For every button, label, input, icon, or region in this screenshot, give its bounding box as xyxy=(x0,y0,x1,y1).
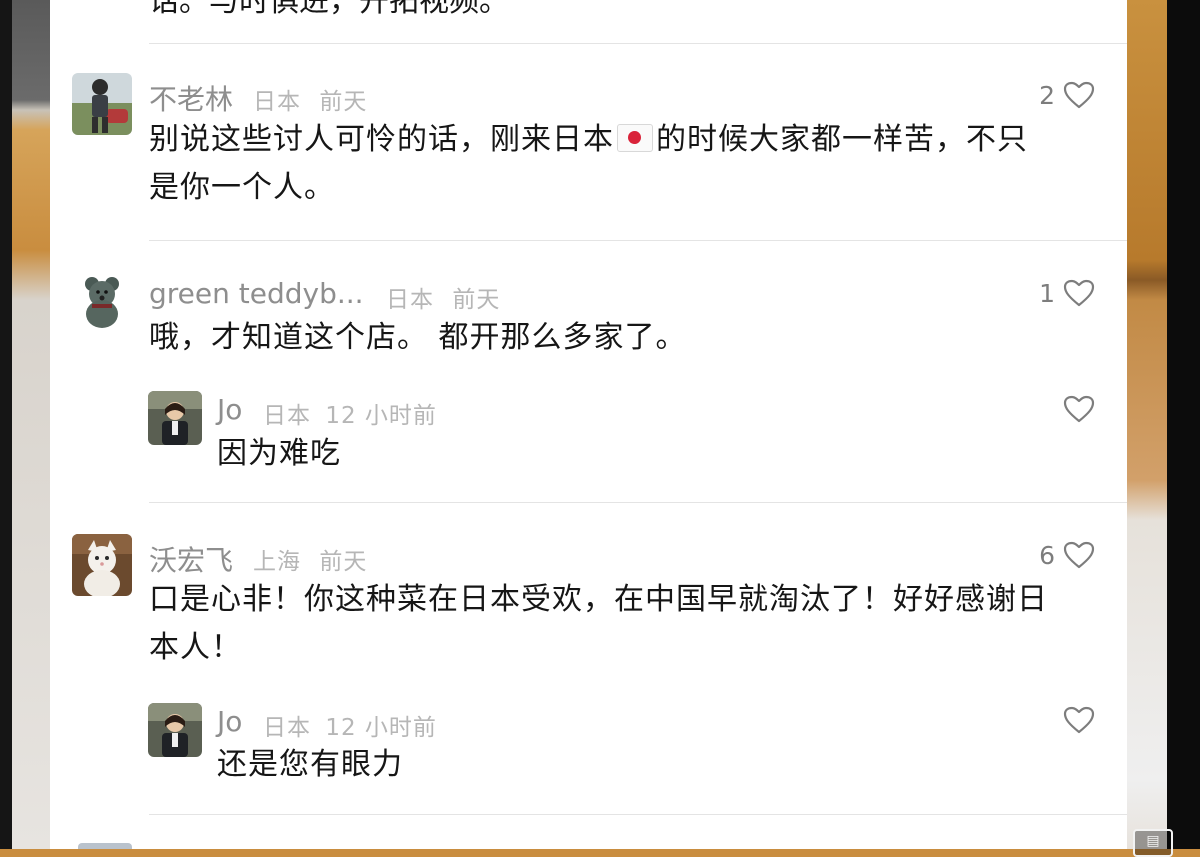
caption-icon[interactable]: ▤ xyxy=(1133,829,1173,857)
comment-text-part: 口是心非！你这种菜在日本受欢，在中国早就淘汰了！好好感谢日 xyxy=(149,582,1048,617)
reply-text: 因为难吃 xyxy=(217,436,341,471)
heart-icon[interactable] xyxy=(1063,395,1095,423)
reply-time: 12 小时前 xyxy=(325,403,437,429)
reply-time: 12 小时前 xyxy=(325,715,437,741)
like-count: 2 xyxy=(1039,81,1055,110)
divider xyxy=(149,814,1127,815)
japan-flag-icon xyxy=(617,124,653,152)
reply-location: 日本 xyxy=(263,403,311,429)
teddy-bear-avatar[interactable] xyxy=(72,270,132,332)
comment-username[interactable]: 沃宏飞 xyxy=(149,539,233,579)
heart-icon[interactable] xyxy=(1063,706,1095,734)
background-edge-left xyxy=(0,0,12,849)
comments-panel[interactable]: 话。与时俱进，开拓视频。 不老林 日本 前天 2 别说这些讨人可怜的话，刚来日本… xyxy=(50,0,1127,849)
heart-icon[interactable] xyxy=(1063,81,1095,109)
comment-text-part: 别说这些讨人可怜的话，刚来日本 xyxy=(149,122,614,157)
next-comment-avatar xyxy=(78,843,132,849)
comment-location: 日本 xyxy=(386,287,434,313)
comment-meta: 日本 前天 xyxy=(386,280,500,314)
comment-username[interactable]: 不老林 xyxy=(149,78,233,118)
heart-icon[interactable] xyxy=(1063,279,1095,307)
reply-meta: 日本 12 小时前 xyxy=(263,396,437,430)
comment-text-part: 是你一个人。 xyxy=(149,170,335,205)
comment-text: 口是心非！你这种菜在日本受欢，在中国早就淘汰了！好好感谢日 本人！ xyxy=(149,576,1109,672)
like-count: 6 xyxy=(1039,541,1055,570)
background-edge-right xyxy=(1167,0,1200,849)
comment-time: 前天 xyxy=(452,287,501,313)
comment-meta: 日本 前天 xyxy=(253,82,367,116)
comment-location: 日本 xyxy=(253,89,301,115)
heart-icon[interactable] xyxy=(1063,541,1095,569)
white-cat-avatar[interactable] xyxy=(72,534,132,596)
comment-location: 上海 xyxy=(253,549,301,575)
comment-text-part: 的时候大家都一样苦，不只 xyxy=(656,122,1028,157)
previous-comment-text: 话。与时俱进，开拓视频。 xyxy=(149,0,509,19)
divider xyxy=(149,502,1127,503)
background-video-right xyxy=(1127,0,1167,849)
comment-text: 哦，才知道这个店。 都开那么多家了。 xyxy=(149,320,687,355)
like-count: 1 xyxy=(1039,279,1055,308)
person-avatar[interactable] xyxy=(148,391,202,445)
reply-location: 日本 xyxy=(263,715,311,741)
divider xyxy=(149,240,1127,241)
person-avatar[interactable] xyxy=(148,703,202,757)
reply-text: 还是您有眼力 xyxy=(217,747,403,782)
divider xyxy=(149,43,1127,44)
comment-text-part: 本人！ xyxy=(149,630,242,665)
comment-time: 前天 xyxy=(319,89,368,115)
reply-username[interactable]: Jo xyxy=(217,705,242,738)
reply-username[interactable]: Jo xyxy=(217,393,242,426)
reply-meta: 日本 12 小时前 xyxy=(263,708,437,742)
comment-meta: 上海 前天 xyxy=(253,542,367,576)
comment-username[interactable]: green teddyb... xyxy=(149,277,364,310)
comment-time: 前天 xyxy=(319,549,368,575)
motorcycle-rider-avatar[interactable] xyxy=(72,73,132,135)
comment-text: 别说这些讨人可怜的话，刚来日本 的时候大家都一样苦，不只 是你一个人。 xyxy=(149,116,1079,212)
